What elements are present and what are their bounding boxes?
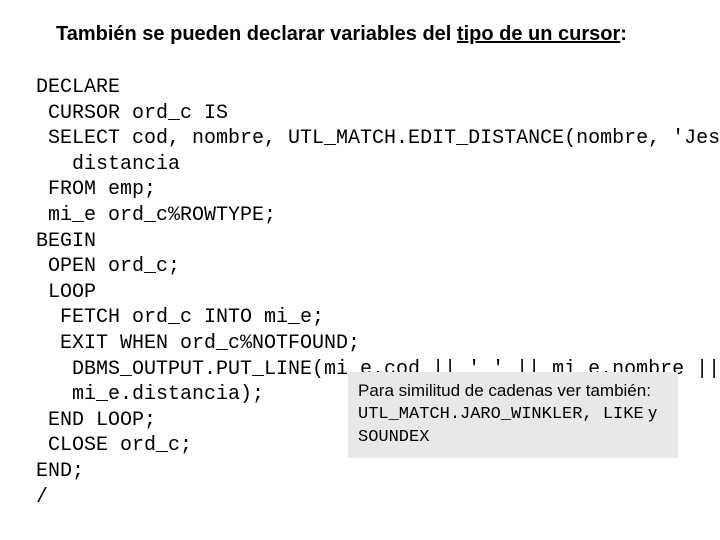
code-line: distancia	[36, 153, 180, 176]
note-code-1: UTL_MATCH.JARO_WINKLER, LIKE	[358, 405, 644, 424]
note-code-2: SOUNDEX	[358, 428, 429, 447]
code-line: BEGIN	[36, 230, 96, 253]
note-box: Para similitud de cadenas ver también: U…	[348, 372, 678, 458]
code-line: END;	[36, 460, 84, 483]
code-line: CLOSE ord_c;	[36, 434, 192, 457]
code-line: OPEN ord_c;	[36, 255, 180, 278]
note-line-1: Para similitud de cadenas ver también:	[358, 380, 668, 401]
slide-title: También se pueden declarar variables del…	[56, 22, 684, 47]
code-line: FROM emp;	[36, 178, 156, 201]
code-line: LOOP	[36, 281, 96, 304]
code-line: SELECT cod, nombre, UTL_MATCH.EDIT_DISTA…	[36, 127, 720, 150]
code-line: /	[36, 486, 48, 509]
slide: También se pueden declarar variables del…	[0, 0, 720, 540]
note-line-3: SOUNDEX	[358, 425, 668, 448]
title-underlined: tipo de un cursor	[457, 23, 620, 45]
code-line: FETCH ord_c INTO mi_e;	[36, 306, 324, 329]
code-line: EXIT WHEN ord_c%NOTFOUND;	[36, 332, 360, 355]
note-line-2: UTL_MATCH.JARO_WINKLER, LIKE y	[358, 402, 668, 425]
code-line: mi_e.distancia);	[36, 383, 264, 406]
code-line: END LOOP;	[36, 409, 156, 432]
note-suffix: y	[644, 403, 657, 422]
title-prefix: También se pueden declarar variables del	[56, 23, 457, 45]
code-line: mi_e ord_c%ROWTYPE;	[36, 204, 276, 227]
code-line: CURSOR ord_c IS	[36, 102, 228, 125]
title-suffix: :	[620, 23, 627, 45]
code-line: DECLARE	[36, 76, 120, 99]
